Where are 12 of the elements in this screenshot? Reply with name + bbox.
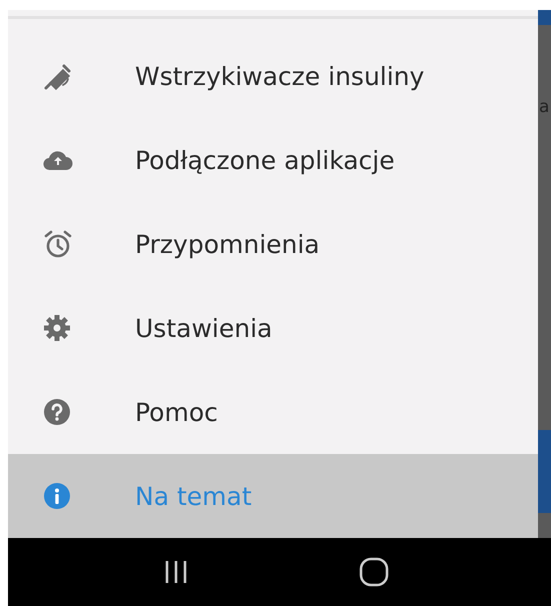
gear-icon	[43, 314, 71, 342]
menu-item[interactable]: Przypomnienia	[8, 202, 538, 286]
info-icon	[43, 482, 71, 510]
help-icon	[43, 398, 71, 426]
menu-item[interactable]: Pomoc	[8, 370, 538, 454]
menu-item[interactable]: Wstrzykiwacze insuliny	[8, 34, 538, 118]
background-text: a	[539, 99, 550, 116]
menu-item[interactable]: Ustawienia	[8, 286, 538, 370]
alarm-clock-icon	[43, 229, 73, 259]
recent-apps-icon[interactable]	[163, 559, 189, 585]
menu-item[interactable]: Podłączone aplikacje	[8, 118, 538, 202]
home-icon[interactable]	[359, 557, 389, 587]
